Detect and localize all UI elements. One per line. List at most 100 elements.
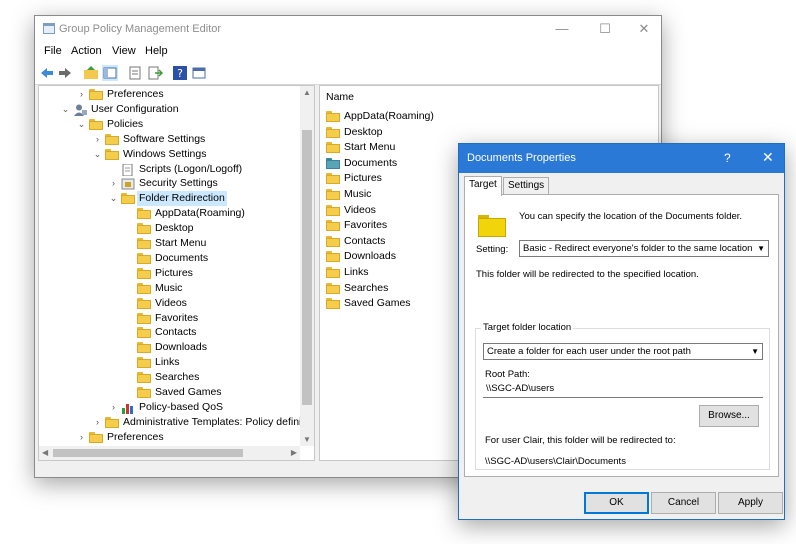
folder-icon xyxy=(105,148,119,160)
tree-item[interactable]: Contacts xyxy=(39,325,301,340)
cancel-button[interactable]: Cancel xyxy=(651,492,716,514)
tree-item[interactable]: Pictures xyxy=(39,266,301,281)
tree-item[interactable]: ⌄ Policies xyxy=(39,117,301,132)
tree-pane[interactable]: › Preferences ⌄ User Configuration ⌄ Policies… xyxy=(38,85,315,461)
tree-item-label: Favorites xyxy=(155,311,199,324)
list-item-label: Music xyxy=(344,188,372,200)
apply-button[interactable]: Apply xyxy=(718,492,783,514)
expand-icon[interactable]: › xyxy=(93,415,102,430)
tree-item[interactable]: ⌄ Windows Settings xyxy=(39,147,301,162)
tree-item[interactable]: › Software Settings xyxy=(39,132,301,147)
setting-dropdown[interactable]: Basic - Redirect everyone's folder to th… xyxy=(519,240,769,257)
folder-icon xyxy=(137,282,151,294)
tree-item[interactable]: Desktop xyxy=(39,221,301,236)
properties-icon[interactable] xyxy=(127,65,143,81)
collapse-icon[interactable]: ⌄ xyxy=(109,191,118,206)
folder-icon xyxy=(137,223,151,235)
collapse-icon[interactable]: ⌄ xyxy=(77,117,86,132)
tree-item[interactable]: Music xyxy=(39,281,301,296)
title-bar[interactable]: Group Policy Management Editor — ☐ ✕ xyxy=(35,16,661,43)
scroll-left-arrow-icon[interactable]: ◀ xyxy=(42,448,48,457)
menu-action[interactable]: Action xyxy=(71,45,102,57)
folder-icon xyxy=(137,327,151,339)
tree-item-label: Contacts xyxy=(155,326,197,339)
tree-item-label: Policies xyxy=(107,117,144,130)
setting-label: Setting: xyxy=(476,244,509,255)
list-item-label: Pictures xyxy=(344,172,382,185)
maximize-button[interactable]: ☐ xyxy=(588,20,622,38)
tree-item-label: Software Settings xyxy=(123,132,206,145)
root-path-input[interactable]: \\SGC-AD\users xyxy=(483,381,763,398)
collapse-icon[interactable]: ⌄ xyxy=(61,102,70,117)
target-location-dropdown[interactable]: Create a folder for each user under the … xyxy=(483,343,763,360)
folder-icon xyxy=(326,126,340,138)
scroll-up-arrow-icon[interactable]: ▲ xyxy=(303,88,311,97)
menu-help[interactable]: Help xyxy=(145,45,168,57)
show-tree-icon[interactable] xyxy=(102,65,118,81)
folder-icon xyxy=(137,357,151,369)
tree-item-label: Searches xyxy=(155,371,200,384)
tree-scroll-thumb[interactable] xyxy=(302,130,312,405)
view-icon[interactable] xyxy=(191,65,207,81)
expand-icon[interactable]: › xyxy=(109,176,118,191)
list-item[interactable]: Desktop xyxy=(324,125,644,140)
tree-horizontal-scrollbar[interactable]: ◀ ▶ xyxy=(39,446,300,460)
tree-vertical-scrollbar[interactable]: ▲ ▼ xyxy=(300,86,314,446)
folder-icon xyxy=(105,133,119,145)
expand-icon[interactable]: › xyxy=(77,87,86,102)
tree-item[interactable]: › Preferences xyxy=(39,87,301,102)
tree-item[interactable]: ⌄ Folder Redirection xyxy=(39,191,301,207)
tree-item[interactable]: Downloads xyxy=(39,340,301,355)
tree-item[interactable]: Favorites xyxy=(39,311,301,326)
menu-view[interactable]: View xyxy=(112,45,136,57)
dialog-help-button[interactable]: ? xyxy=(724,151,731,165)
tree-item[interactable]: › Security Settings xyxy=(39,176,301,191)
list-item[interactable]: AppData(Roaming) xyxy=(324,109,644,124)
tree-item[interactable]: › Administrative Templates: Policy defini… xyxy=(39,415,314,430)
folder-icon xyxy=(326,298,340,310)
tree-item[interactable]: Documents xyxy=(39,251,301,266)
browse-button[interactable]: Browse... xyxy=(699,405,759,427)
tab-settings[interactable]: Settings xyxy=(503,177,550,195)
user-redirect-path: \\SGC-AD\users\Clair\Documents xyxy=(485,456,626,467)
tree-item[interactable]: Saved Games xyxy=(39,385,301,400)
tree-hscroll-thumb[interactable] xyxy=(53,449,243,457)
list-header-name[interactable]: Name xyxy=(326,91,354,103)
folder-icon xyxy=(137,342,151,354)
list-item-label: Start Menu xyxy=(344,141,396,154)
folder-icon xyxy=(326,142,340,154)
tree-item[interactable]: Videos xyxy=(39,296,301,311)
tree-item[interactable]: Searches xyxy=(39,370,301,385)
tree-item-label: Policy-based QoS xyxy=(139,400,224,413)
back-icon[interactable] xyxy=(39,65,55,81)
help-icon[interactable]: ? xyxy=(172,65,188,81)
ok-button[interactable]: OK xyxy=(584,492,649,514)
chevron-down-icon: ▼ xyxy=(751,347,759,356)
tab-target[interactable]: Target xyxy=(464,176,502,196)
tree-item[interactable]: Start Menu xyxy=(39,236,301,251)
collapse-icon[interactable]: ⌄ xyxy=(93,147,102,162)
scroll-down-arrow-icon[interactable]: ▼ xyxy=(303,435,311,444)
folder-icon xyxy=(137,238,151,249)
export-icon[interactable] xyxy=(147,65,163,81)
menu-file[interactable]: File xyxy=(44,45,62,57)
tree-item[interactable]: › Policy-based QoS xyxy=(39,400,301,415)
tree-item[interactable]: AppData(Roaming) xyxy=(39,206,301,221)
list-item-label: Documents xyxy=(344,156,398,169)
dialog-title-bar[interactable]: Documents Properties ? ✕ xyxy=(459,144,784,173)
up-folder-icon[interactable] xyxy=(83,65,99,81)
tree-item[interactable]: › Preferences xyxy=(39,430,301,445)
tree-item-label: Scripts (Logon/Logoff) xyxy=(139,162,243,175)
minimize-button[interactable]: — xyxy=(545,20,579,38)
close-button[interactable]: ✕ xyxy=(627,20,661,38)
dialog-close-button[interactable]: ✕ xyxy=(762,149,774,166)
tree-item[interactable]: Scripts (Logon/Logoff) xyxy=(39,162,301,177)
list-item-label: AppData(Roaming) xyxy=(344,110,434,122)
scroll-right-arrow-icon[interactable]: ▶ xyxy=(291,448,297,457)
expand-icon[interactable]: › xyxy=(109,400,118,415)
expand-icon[interactable]: › xyxy=(77,430,86,445)
expand-icon[interactable]: › xyxy=(93,132,102,147)
tree-item[interactable]: Links xyxy=(39,355,301,370)
forward-icon[interactable] xyxy=(57,65,73,81)
tree-item[interactable]: ⌄ User Configuration xyxy=(39,102,301,117)
